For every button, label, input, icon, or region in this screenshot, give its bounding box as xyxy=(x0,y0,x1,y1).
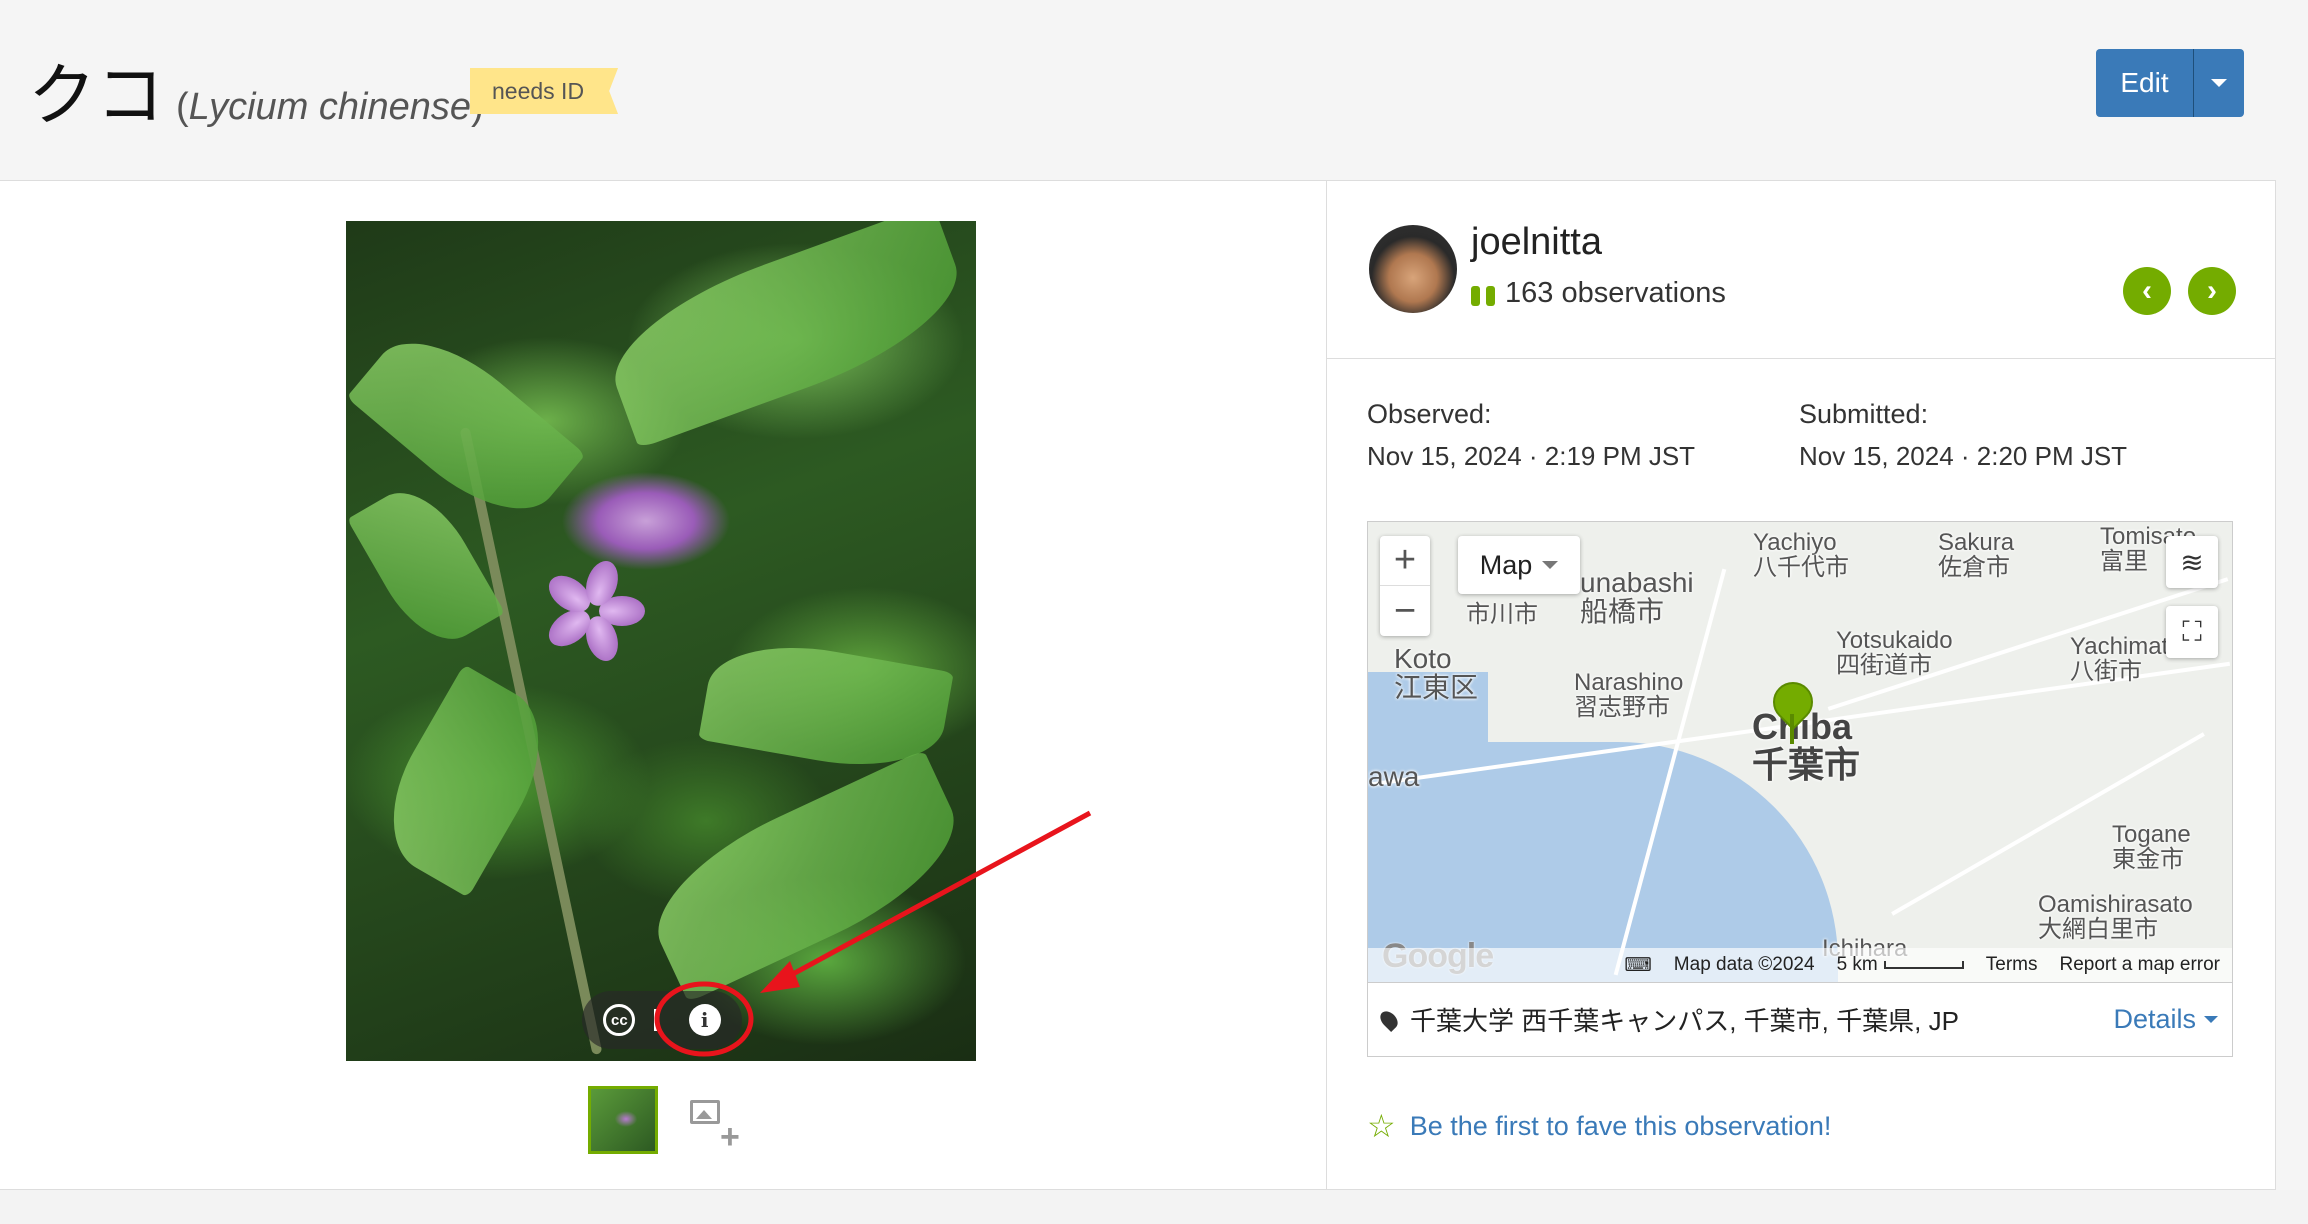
taxon-title: クコ (Lycium chinense) xyxy=(28,40,484,139)
photo-thumbnail[interactable] xyxy=(588,1086,658,1154)
marker-stem xyxy=(1790,714,1794,744)
plus-icon: + xyxy=(720,1118,740,1156)
add-photo-button[interactable]: + xyxy=(684,1086,748,1154)
details-panel: joelnitta 163 observations ‹ › Observed:… xyxy=(1326,180,2276,1190)
keyboard-icon[interactable]: ⌨ xyxy=(1624,954,1651,977)
common-name: クコ xyxy=(28,57,165,136)
fave-label: Be the first to fave this observation! xyxy=(1409,1110,1832,1141)
submitted-label: Submitted: xyxy=(1799,399,1929,429)
layers-icon: ≋ xyxy=(2180,546,2204,578)
city-label-chiba: Chiba 千葉市 xyxy=(1752,706,1861,785)
photo-panel: cc i + xyxy=(0,180,1326,1190)
image-icon xyxy=(690,1100,720,1124)
page-bottom xyxy=(0,1190,2308,1224)
zoom-control: + − xyxy=(1380,536,1430,636)
edit-button-group: Edit xyxy=(2096,49,2244,117)
city-label: unabashi 船橋市 xyxy=(1580,567,1694,628)
username-link[interactable]: joelnitta xyxy=(1471,221,1602,264)
annotation-arrow-line xyxy=(778,810,1092,984)
city-label: 市川市 xyxy=(1466,601,1538,628)
observed-date: Nov 15, 2024 · 2:19 PM JST xyxy=(1367,441,1696,471)
location-row: 千葉大学 西千葉キャンパス, 千葉市, 千葉県, JP Details xyxy=(1367,983,2233,1057)
city-label: Yachimata 八街市 xyxy=(2070,633,2182,686)
chevron-down-icon xyxy=(1542,561,1559,569)
observation-count[interactable]: 163 observations xyxy=(1471,277,1726,310)
observation-header: クコ (Lycium chinense) needs ID Edit xyxy=(0,0,2308,180)
zoom-in-button[interactable]: + xyxy=(1380,536,1430,586)
fullscreen-icon: ⛶ xyxy=(2182,615,2202,647)
annotation-overlay xyxy=(654,810,1092,1057)
observation-count-label: 163 observations xyxy=(1505,277,1726,309)
photo-thumbnails: + xyxy=(588,1086,748,1154)
fullscreen-button[interactable]: ⛶ xyxy=(2166,606,2218,658)
map-data-label: Map data ©2024 xyxy=(1673,954,1815,975)
map-type-dropdown[interactable]: Map xyxy=(1458,536,1580,594)
binoculars-icon xyxy=(1471,282,1495,306)
location-map[interactable]: Yachiyo 八千代市 Sakura 佐倉市 Tomisato 富里 unab… xyxy=(1367,521,2233,983)
city-label: Togane 東金市 xyxy=(2112,821,2191,874)
map-scale: 5 km xyxy=(1837,954,1964,976)
edit-button[interactable]: Edit xyxy=(2096,49,2194,117)
city-label: Koto 江東区 xyxy=(1394,643,1479,704)
place-name: 千葉大学 西千葉キャンパス, 千葉市, 千葉県, JP xyxy=(1410,1006,1959,1036)
city-label: Yachiyo 八千代市 xyxy=(1753,529,1849,582)
map-pin-icon xyxy=(1376,1007,1402,1032)
chevron-down-icon xyxy=(2211,79,2227,87)
city-label: Oamishirasato 大網白里市 xyxy=(2038,891,2193,944)
layers-button[interactable]: ≋ xyxy=(2166,536,2218,588)
previous-observation-button[interactable]: ‹ xyxy=(2123,267,2171,315)
edit-dropdown-toggle[interactable] xyxy=(2194,49,2244,117)
terms-link[interactable]: Terms xyxy=(1986,954,2038,976)
next-observation-button[interactable]: › xyxy=(2188,267,2236,315)
star-icon: ☆ xyxy=(1367,1108,1396,1144)
submitted-date: Nov 15, 2024 · 2:20 PM JST xyxy=(1799,441,2128,471)
scientific-name: (Lycium chinense) xyxy=(176,86,484,128)
quality-grade-badge: needs ID xyxy=(470,68,619,114)
annotation-arrow-head xyxy=(760,961,800,993)
chevron-down-icon xyxy=(2204,1016,2218,1023)
city-label: Narashino 習志野市 xyxy=(1574,669,1684,722)
city-label: Yotsukaido 四街道市 xyxy=(1836,627,1953,680)
map-footer: ⌨ Map data ©2024 5 km Terms Report a map… xyxy=(1368,948,2232,982)
map-type-label: Map xyxy=(1479,549,1533,580)
annotation-circle xyxy=(654,981,754,1057)
observed-label: Observed: xyxy=(1367,399,1492,429)
report-map-error-link[interactable]: Report a map error xyxy=(2059,954,2220,976)
city-label: awa xyxy=(1368,761,1420,792)
observer-row: joelnitta 163 observations ‹ › xyxy=(1327,181,2275,359)
city-label: Sakura 佐倉市 xyxy=(1938,529,2015,582)
fave-link[interactable]: ☆ Be the first to fave this observation! xyxy=(1367,1107,1831,1145)
details-label: Details xyxy=(2113,1004,2196,1034)
avatar[interactable] xyxy=(1369,225,1457,313)
zoom-out-button[interactable]: − xyxy=(1380,586,1430,636)
details-dropdown[interactable]: Details xyxy=(2113,1004,2218,1035)
